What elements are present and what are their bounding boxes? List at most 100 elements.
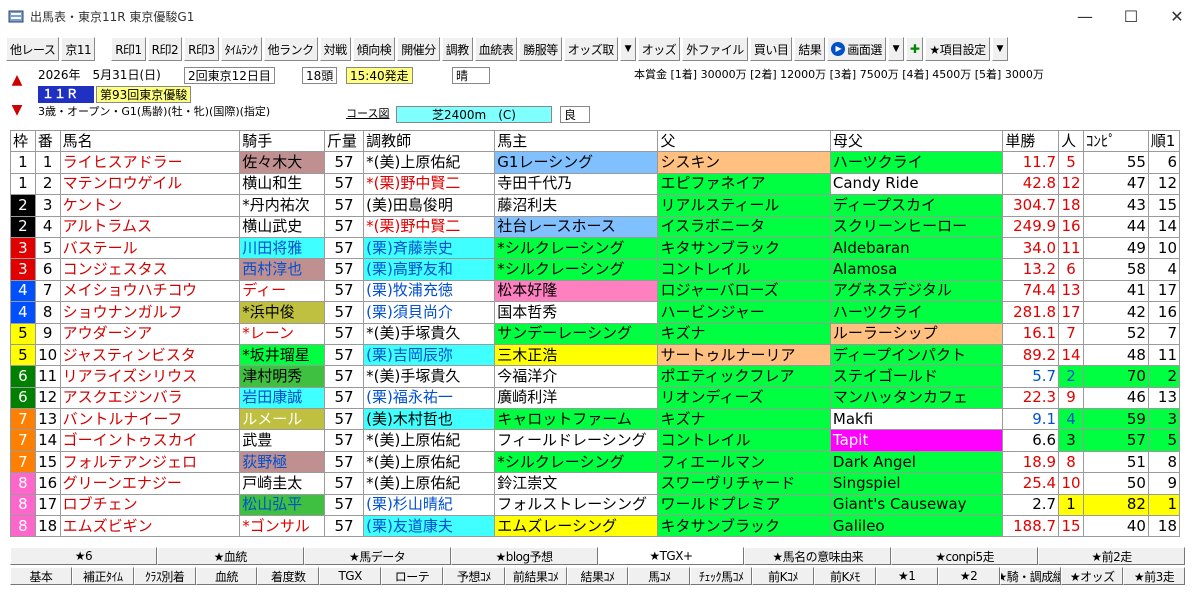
toolbar-button-2[interactable]: R印1 xyxy=(111,37,146,61)
table-row[interactable]: 4 7 メイショウハチコウ ディー 57 (栗)牧浦充徳 松本好隆 ロジャーバローズ アグネスデ… xyxy=(10,279,1181,303)
tab-lower-9[interactable]: 結果ｺﾒ xyxy=(566,567,629,585)
course-map-link[interactable]: コース図 xyxy=(346,106,389,123)
table-row[interactable]: 5 9 アウダーシア *レーン 57 *(美)手塚貴久 サンデーレーシング キズナ ルーラーシッ… xyxy=(10,322,1181,345)
table-row[interactable]: 6 12 アスクエジンバラ 岩田康誠 57 (栗)福永祐一 廣崎利洋 リオンディーズ マンハッタ… xyxy=(10,386,1181,410)
toolbar-button-3[interactable]: R印2 xyxy=(147,37,183,61)
tab-lower-10[interactable]: 馬ｺﾒ xyxy=(628,567,691,585)
toolbar-button-15[interactable]: オッズ xyxy=(637,37,681,61)
popularity-cell: 12 xyxy=(1058,172,1084,196)
tab-upper-4[interactable]: ★TGX+ xyxy=(597,547,745,565)
tab-lower-3[interactable]: 血統 xyxy=(195,567,258,585)
tab-lower-0[interactable]: 基本 xyxy=(10,567,72,585)
table-row[interactable]: 3 6 コンジェスタス 西村淳也 57 (栗)高野友和 *シルクレーシング コントレイル Ala… xyxy=(10,258,1181,281)
tab-lower-1[interactable]: 補正ﾀｲﾑ xyxy=(71,567,134,585)
tab-lower-17[interactable]: ★オッズ xyxy=(1061,567,1124,585)
tab-upper-5[interactable]: ★馬名の意味由来 xyxy=(744,547,892,565)
weight-cell: 57 xyxy=(323,301,365,324)
toolbar-button-0[interactable]: 他レース xyxy=(6,37,60,61)
toolbar-button-4[interactable]: R印3 xyxy=(184,37,219,61)
table-row[interactable]: 8 18 エムズビギン *ゴンサル 57 (栗)友道康夫 エムズレーシング キタサンブラック G… xyxy=(10,515,1181,538)
waku-cell: 3 xyxy=(10,258,36,281)
table-row[interactable]: 4 8 ショウナンガルフ *浜中俊 57 (栗)須貝尚介 国本哲秀 ハービンジャー ハーツクライ… xyxy=(10,301,1181,324)
toolbar-button-17[interactable]: 買い目 xyxy=(749,37,793,61)
umaban-cell: 9 xyxy=(34,322,61,345)
toolbar-button-19[interactable]: ▶ 画面選 xyxy=(827,37,886,61)
tab-lower-15[interactable]: ★2 xyxy=(937,567,1000,585)
horse-name-cell: アスクエジンバラ xyxy=(59,386,241,410)
table-row[interactable]: 1 1 ライヒスアドラー 佐々木大 57 *(美)上原佑紀 G1レーシング シスキン ハーツクラ… xyxy=(10,151,1181,174)
toolbar-button-6[interactable]: 他ランク xyxy=(263,37,318,61)
col-header-0: 枠 xyxy=(10,129,36,153)
table-row[interactable]: 8 16 グリーンエナジー 戸崎圭太 57 *(美)上原佑紀 鈴江崇文 スワーヴリチャード Si… xyxy=(10,472,1181,495)
waku-cell: 4 xyxy=(10,279,36,303)
toolbar-button-21[interactable]: ✚ xyxy=(905,37,924,61)
tab-upper-6[interactable]: ★conpi5走 xyxy=(891,547,1039,565)
odds-cell: 304.7 xyxy=(1002,194,1060,217)
toolbar-label: 画面選 xyxy=(847,42,882,57)
tab-lower-2[interactable]: ｸﾗｽ別着 xyxy=(133,567,196,585)
table-row[interactable]: 8 17 ロブチェン 松山弘平 57 (栗)杉山晴紀 フォルストレーシング ワールドプレミア G… xyxy=(10,493,1181,517)
damsire-cell: ハーツクライ xyxy=(829,151,1004,174)
toolbar-button-1[interactable]: 京11 xyxy=(61,37,96,61)
horse-name-cell: ジャスティンビスタ xyxy=(59,343,241,367)
tab-lower-8[interactable]: 前結果ｺﾒ xyxy=(504,567,567,585)
tab-upper-1[interactable]: ★血統 xyxy=(156,547,304,565)
toolbar-button-16[interactable]: 外ファイル xyxy=(682,37,748,61)
toolbar-button-11[interactable]: 血統表 xyxy=(474,37,518,61)
dropdown-arrow-button[interactable]: ▼ xyxy=(887,37,904,61)
odds-cell: 34.0 xyxy=(1002,236,1060,260)
trainer-cell: *(美)上原佑紀 xyxy=(363,151,496,174)
close-button[interactable]: ✕ xyxy=(1154,0,1200,32)
table-row[interactable]: 7 13 バントルナイーフ ルメール 57 (美)木村哲也 キャロットファーム キズナ Makf… xyxy=(10,408,1181,431)
toolbar-button-8[interactable]: 傾向検 xyxy=(352,37,396,61)
tab-lower-4[interactable]: 着度数 xyxy=(257,567,320,585)
tab-lower-7[interactable]: 予想ｺﾒ xyxy=(442,567,505,585)
toolbar-button-5[interactable]: ﾀｲﾑﾗﾝｸ xyxy=(220,37,262,61)
tab-lower-14[interactable]: ★1 xyxy=(875,567,938,585)
damsire-cell: Candy Ride xyxy=(829,172,1004,196)
tab-lower-16[interactable]: ★騎・調成績 xyxy=(999,567,1062,585)
toolbar-button-12[interactable]: 勝服等 xyxy=(519,37,562,61)
damsire-cell: アグネスデジタル xyxy=(829,279,1004,303)
odds-cell: 18.9 xyxy=(1002,450,1060,474)
weight-cell: 57 xyxy=(323,450,365,474)
sire-cell: ロジャーバローズ xyxy=(657,279,831,303)
toolbar-button-9[interactable]: 開催分 xyxy=(397,37,440,61)
tab-lower-6[interactable]: ローテ xyxy=(381,567,443,585)
table-row[interactable]: 6 11 リアライズシリウス 津村明秀 57 *(美)手塚貴久 今福洋介 ポエティックフレアス… xyxy=(10,365,1181,388)
toolbar-button-22[interactable]: ★項目設定 xyxy=(925,37,990,61)
next-race-arrow-icon[interactable]: ▼ xyxy=(10,98,24,122)
trainer-cell: (美)田島俊明 xyxy=(363,194,496,217)
table-row[interactable]: 2 3 ケントン *丹内祐次 57 (美)田島俊明 藤沼利夫 リアルスティール ディープスカイ 3… xyxy=(10,194,1181,217)
toolbar-button-7[interactable]: 対戦 xyxy=(319,37,351,61)
dropdown-arrow-button[interactable]: ▼ xyxy=(619,37,636,61)
table-row[interactable]: 7 15 フォルテアンジェロ 荻野極 57 *(美)上原佑紀 *シルクレーシング フィエールマ… xyxy=(10,450,1181,474)
tab-lower-18[interactable]: ★前3走 xyxy=(1123,567,1186,585)
tab-lower-12[interactable]: 前Kｺﾒ xyxy=(752,567,814,585)
compi-cell: 52 xyxy=(1082,322,1149,345)
table-row[interactable]: 3 5 バステール 川田将雅 57 (栗)斉藤崇史 *シルクレーシング キタサンブラック Ald… xyxy=(10,236,1181,260)
toolbar-button-13[interactable]: オッズ取 xyxy=(563,37,618,61)
table-row[interactable]: 2 4 アルトラムス 横山武史 57 *(栗)野中賢二 社台レースホース イスラボニータ スクリ… xyxy=(10,215,1181,238)
jockey-cell: *ゴンサル xyxy=(239,515,325,538)
maximize-button[interactable]: ☐ xyxy=(1108,0,1154,32)
tab-upper-0[interactable]: ★6 xyxy=(10,547,157,565)
tab-lower-5[interactable]: TGX xyxy=(319,567,382,585)
dropdown-arrow-button[interactable]: ▼ xyxy=(991,37,1008,61)
toolbar-button-18[interactable]: 結果 xyxy=(794,37,826,61)
umaban-cell: 17 xyxy=(34,493,61,517)
prev-race-arrow-icon[interactable]: ▲ xyxy=(10,68,24,92)
horse-name-cell: フォルテアンジェロ xyxy=(59,450,241,474)
owner-cell: 今福洋介 xyxy=(494,365,659,388)
table-row[interactable]: 7 14 ゴーイントゥスカイ 武豊 57 *(美)上原佑紀 フィールドレーシング コントレイル… xyxy=(10,429,1181,452)
tab-upper-7[interactable]: ★前2走 xyxy=(1038,547,1185,565)
table-row[interactable]: 5 10 ジャスティンビスタ *坂井瑠星 57 (栗)吉岡辰弥 三木正浩 サートゥルナーリアデ… xyxy=(10,343,1181,367)
tab-lower-11[interactable]: ﾁｪｯｸ馬ｺﾒ xyxy=(690,567,753,585)
tab-upper-2[interactable]: ★馬データ xyxy=(303,547,451,565)
minimize-button[interactable]: — xyxy=(1062,0,1108,32)
table-row[interactable]: 1 2 マテンロウゲイル 横山和生 57 *(栗)野中賢二 寺田千代乃 エピファネイア Cand… xyxy=(10,172,1181,196)
tab-lower-13[interactable]: 前Kﾒﾓ xyxy=(813,567,876,585)
toolbar-button-10[interactable]: 調教 xyxy=(441,37,473,61)
tab-upper-3[interactable]: ★blog予想 xyxy=(450,547,598,565)
compi-cell: 44 xyxy=(1082,215,1149,238)
